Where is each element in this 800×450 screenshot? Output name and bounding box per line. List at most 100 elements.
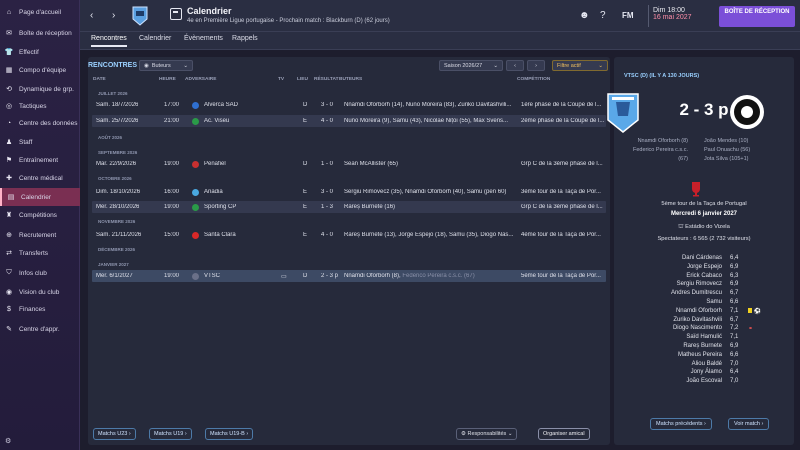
competition-name[interactable]: 5ème tour de la Taça de Portugal	[614, 201, 794, 207]
sidebar-item-data[interactable]: ◔ Centre des données	[0, 114, 80, 132]
player-rating-row[interactable]: Jorge Espejo 6,9	[634, 264, 774, 273]
sidebar-item-squad[interactable]: 👕 Effectif	[0, 43, 80, 61]
previous-season-button[interactable]: ‹	[506, 60, 524, 71]
col-scorers[interactable]: BUTEURS	[339, 77, 362, 82]
fixture-opponent[interactable]: Sporting CP	[204, 204, 236, 210]
sidebar-item-tactics-board[interactable]: ▦ Compo d'équipe	[0, 61, 80, 79]
fixture-opponent[interactable]: VTSC	[204, 273, 220, 279]
col-opponent[interactable]: ADVERSAIRE	[185, 77, 216, 82]
club-crest-icon[interactable]	[132, 6, 148, 26]
player-rating-row[interactable]: Andres Dumitrescu 6,7	[634, 290, 774, 299]
col-date[interactable]: DATE	[93, 77, 106, 82]
player-rating-row[interactable]: Saïd Hamulić 7,1	[634, 334, 774, 343]
fixture-competition[interactable]: 3ème tour de la Taça de Por...	[521, 189, 601, 195]
fixture-result: 2 - 3 p	[321, 272, 339, 279]
fixture-opponent[interactable]: Alverca SAD	[204, 102, 238, 108]
player-rating-row[interactable]: Diogo Nascimento 7,2 ⚭	[634, 325, 774, 334]
back-arrow-icon[interactable]: ‹	[90, 10, 93, 21]
sidebar-item-medical[interactable]: ✚ Centre médical	[0, 169, 80, 187]
fixture-competition[interactable]: 5ème tour de la Taça de Por...	[521, 273, 601, 279]
u23-matches-button[interactable]: Matchs U23 ›	[93, 428, 136, 440]
responsibilities-button[interactable]: ⚙ Responsabilités ⌄	[456, 428, 518, 440]
col-time[interactable]: HEURE	[159, 77, 176, 82]
fixture-scorers: Sergiu Rimovecz (35), Nnamdi Oforborh (4…	[344, 189, 516, 195]
player-rating-row[interactable]: Erick Cabaco 6,3	[634, 273, 774, 282]
col-tv[interactable]: TV	[278, 77, 284, 82]
player-rating-row[interactable]: Nnamdi Oforborh 7,1 ⚽	[634, 307, 774, 317]
sidebar-item-transfers[interactable]: ⇄ Transferts	[0, 244, 80, 262]
u19b-matches-button[interactable]: Matchs U19-B ›	[205, 428, 254, 440]
table-row[interactable]: Sam. 21/11/2026 15:00 Santa Clara E 4 - 0 4èm…	[92, 229, 606, 241]
fixture-competition[interactable]: Grp C de la 3ème phase de l...	[521, 161, 603, 167]
player-rating: 7,0	[730, 378, 739, 385]
home-team-crest-icon[interactable]	[606, 92, 640, 134]
tab-calendrier[interactable]: Calendrier	[139, 35, 171, 42]
sidebar-item-calendar[interactable]: ▤ Calendrier	[0, 188, 80, 206]
organise-friendly-button[interactable]: Organiser amical	[538, 428, 590, 440]
player-rating-row[interactable]: Matheus Pereira 6,6	[634, 352, 774, 361]
skin-icon[interactable]: ☻	[579, 10, 590, 21]
player-rating-row[interactable]: Samu 6,6	[634, 299, 774, 308]
player-rating-row[interactable]: Sergiu Rimovecz 6,9	[634, 281, 774, 290]
table-row[interactable]: Mar. 22/9/2026 19:00 Penafiel D 1 - 0 Grp C d…	[92, 158, 606, 170]
fixture-opponent[interactable]: Anadia	[204, 189, 223, 195]
player-rating-row[interactable]: Jony Álamo 6,4	[634, 369, 774, 378]
sidebar-item-trophy[interactable]: ♜ Compétitions	[0, 206, 80, 224]
player-rating-row[interactable]: Rareș Burnete 6,9	[634, 343, 774, 352]
active-filter-button[interactable]: Filtre actif ⌄	[552, 60, 608, 71]
player-rating-row[interactable]: João Escoval 7,0	[634, 378, 774, 387]
col-competition[interactable]: COMPÉTITION	[517, 77, 550, 82]
stadium-name[interactable]: Estádio do Vizela	[685, 224, 730, 230]
table-row[interactable]: Sam. 18/7/2026 17:00 Alverca SAD D 3 - 0 1ère…	[92, 99, 606, 111]
tab-rencontres[interactable]: Rencontres	[91, 35, 127, 47]
table-row[interactable]: Mer. 28/10/2026 19:00 Sporting CP E 1 - 3 Grp…	[92, 201, 606, 213]
tab-evenements[interactable]: Évènements	[184, 35, 223, 42]
sidebar-item-club-info[interactable]: ⛉ Infos club	[0, 264, 80, 282]
buteurs-dropdown[interactable]: ◉ Buteurs ⌄	[139, 60, 193, 71]
table-row[interactable]: Sam. 25/7/2026 21:00 Ac. Viseu E 4 - 0 2ème p…	[92, 115, 606, 127]
sidebar-item-dynamics[interactable]: ⟲ Dynamique de grp.	[0, 80, 80, 98]
month-header: JUILLET 2026	[98, 91, 128, 96]
chevron-down-icon: ⌄	[183, 62, 188, 69]
sidebar-item-staff[interactable]: ♟ Staff	[0, 133, 80, 151]
settings-icon[interactable]: ⚙	[5, 437, 11, 445]
col-venue[interactable]: LIEU	[297, 77, 308, 82]
table-row[interactable]: Mer. 6/1/2027 19:00 VTSC D 2 - 3 p 5ème tour …	[92, 270, 606, 282]
opponent-crest-icon	[192, 101, 199, 109]
section-title: RENCONTRES	[88, 62, 138, 69]
u19-matches-button[interactable]: Matchs U19 ›	[149, 428, 192, 440]
fixture-opponent[interactable]: Penafiel	[204, 161, 226, 167]
forward-arrow-icon[interactable]: ›	[112, 10, 115, 21]
away-team-crest-icon[interactable]	[729, 92, 765, 132]
sidebar-item-scouting[interactable]: ⊕ Recrutement	[0, 226, 80, 244]
col-result[interactable]: RÉSULTAT	[314, 77, 339, 82]
vision-icon: ◉	[5, 289, 13, 296]
fixture-opponent[interactable]: Ac. Viseu	[204, 118, 229, 124]
fixture-opponent[interactable]: Santa Clara	[204, 232, 236, 238]
fixture-competition[interactable]: 2ème phase de la Coupe de l...	[521, 118, 604, 124]
sidebar-item-training[interactable]: ⚑ Entraînement	[0, 151, 80, 169]
view-match-button[interactable]: Voir match ›	[728, 418, 770, 430]
season-selector[interactable]: Saison 2026/27 ⌄	[439, 60, 503, 71]
sidebar-item-inbox[interactable]: ✉ Boîte de réception	[0, 24, 80, 42]
player-rating: 6,6	[730, 298, 739, 305]
player-rating-row[interactable]: Dani Cárdenas 6,4	[634, 255, 774, 264]
sidebar-item-home[interactable]: ⌂ Page d'accueil	[0, 3, 80, 21]
next-season-button[interactable]: ›	[527, 60, 545, 71]
tab-rappels[interactable]: Rappels	[232, 35, 258, 42]
fixture-competition[interactable]: 1ère phase de la Coupe de l...	[521, 102, 601, 108]
sidebar-item-tactics[interactable]: ◎ Tactiques	[0, 97, 80, 115]
sidebar-item-academy[interactable]: ✎ Centre d'appr.	[0, 320, 80, 338]
help-icon[interactable]: ?	[600, 10, 606, 21]
inbox-continue-button[interactable]: BOÎTE DE RÉCEPTION	[719, 6, 795, 27]
fm-menu[interactable]: FM	[622, 11, 634, 20]
sidebar-item-finances[interactable]: $ Finances	[0, 300, 80, 318]
sidebar-item-vision[interactable]: ◉ Vision du club	[0, 283, 80, 301]
previous-matches-button[interactable]: Matchs précédents ›	[650, 418, 712, 430]
fixture-competition[interactable]: Grp C de la 3ème phase de l...	[521, 204, 603, 210]
player-rating-row[interactable]: Zuriko Davitashvili 6,7	[634, 317, 774, 326]
sidebar-item-label: Staff	[19, 138, 33, 146]
fixture-competition[interactable]: 4ème tour de la Taça de Por...	[521, 232, 601, 238]
sidebar-item-label: Finances	[19, 305, 46, 313]
table-row[interactable]: Dim. 18/10/2026 16:00 Anadia E 3 - 0 3ème tou…	[92, 186, 606, 198]
